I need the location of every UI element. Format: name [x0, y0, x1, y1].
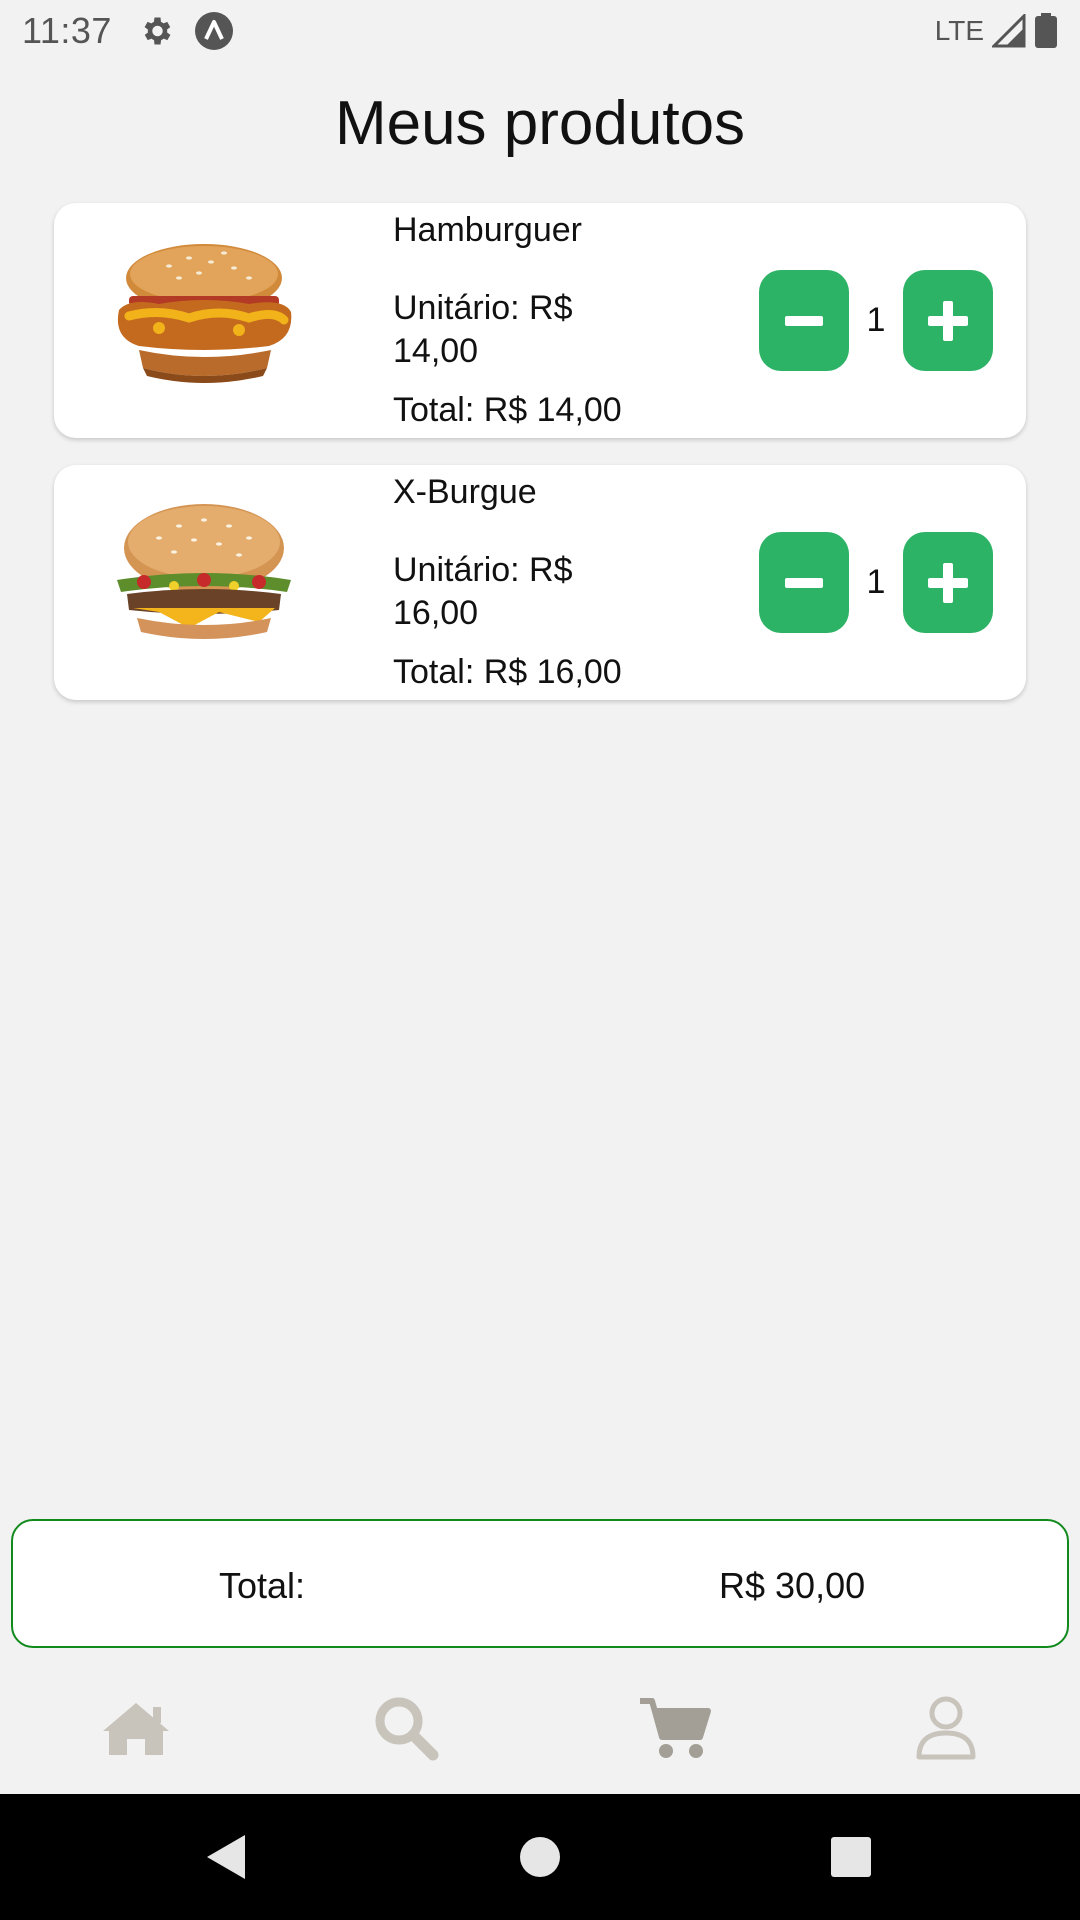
quantity-stepper: 1	[759, 532, 993, 633]
tab-cart[interactable]	[635, 1690, 715, 1766]
product-card: X-Burgue Unitário: R$ 16,00 Total: R$ 16…	[54, 465, 1026, 700]
cheeseburger-image	[117, 504, 291, 639]
product-unit-price: Unitário: R$ 16,00	[393, 551, 573, 632]
search-icon	[375, 1697, 439, 1761]
quantity-value: 1	[866, 563, 886, 601]
product-name: Hamburguer	[393, 211, 582, 249]
system-navigation-bar	[0, 1794, 1080, 1920]
increase-quantity-button[interactable]	[903, 270, 993, 371]
recents-icon	[831, 1837, 871, 1877]
bottom-tab-bar	[0, 1690, 1080, 1766]
home-system-button[interactable]	[507, 1824, 573, 1890]
chicken-burger-image	[117, 244, 292, 383]
plus-icon	[928, 300, 968, 341]
back-icon	[207, 1835, 245, 1879]
status-notification-icons	[138, 11, 234, 51]
quantity-stepper: 1	[759, 270, 993, 371]
decrease-quantity-button[interactable]	[759, 270, 849, 371]
quantity-value: 1	[866, 301, 886, 339]
status-time: 11:37	[22, 10, 112, 51]
page-title: Meus produtos	[334, 89, 746, 158]
decrease-quantity-button[interactable]	[759, 532, 849, 633]
product-list: Hamburguer Unitário: R$ 14,00 Total: R$ …	[54, 203, 1026, 727]
recents-button[interactable]	[818, 1824, 884, 1890]
product-name: X-Burgue	[393, 473, 537, 511]
profile-icon	[916, 1696, 976, 1760]
tab-home[interactable]	[96, 1690, 176, 1766]
product-total: Total: R$ 14,00	[393, 391, 622, 429]
signal-icon	[992, 14, 1026, 48]
cart-total-value: R$ 30,00	[719, 1565, 866, 1606]
back-button[interactable]	[192, 1824, 258, 1890]
cart-total-bar: Total: R$ 30,00	[11, 1519, 1069, 1648]
minus-icon	[785, 315, 823, 326]
increase-quantity-button[interactable]	[903, 532, 993, 633]
network-type: LTE	[934, 15, 984, 46]
tab-search[interactable]	[366, 1690, 446, 1766]
tab-profile[interactable]	[906, 1690, 986, 1766]
product-unit-price: Unitário: R$ 14,00	[393, 289, 573, 370]
status-bar: 11:37 LTE	[0, 0, 1080, 62]
minus-icon	[785, 577, 823, 588]
home-icon	[103, 1703, 169, 1755]
battery-icon	[1035, 13, 1057, 48]
app-indicator-icon	[194, 12, 233, 50]
product-card: Hamburguer Unitário: R$ 14,00 Total: R$ …	[54, 203, 1026, 438]
status-system-icons: LTE	[935, 13, 1058, 49]
product-total: Total: R$ 16,00	[393, 653, 622, 691]
cart-icon	[640, 1698, 711, 1758]
plus-icon	[928, 562, 968, 603]
home-circle-icon	[520, 1837, 560, 1877]
settings-icon	[144, 17, 171, 45]
cart-total-label: Total:	[219, 1565, 306, 1606]
